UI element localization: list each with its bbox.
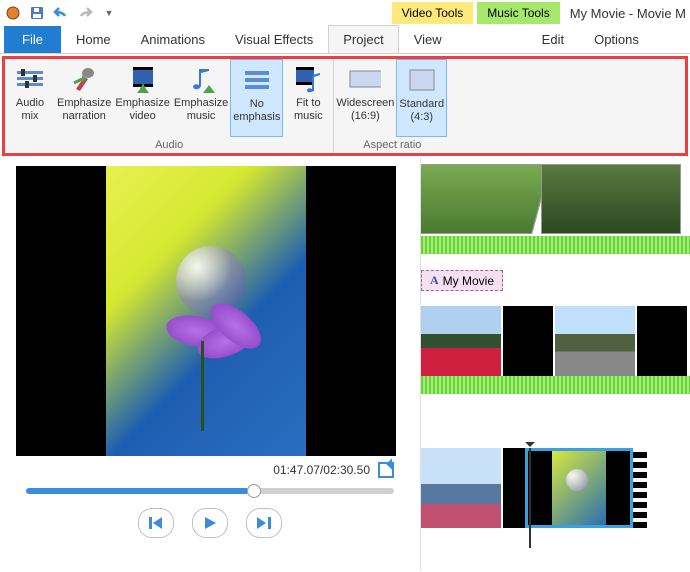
label: (4:3) — [410, 111, 433, 124]
video-clip[interactable] — [555, 306, 635, 376]
view-tab[interactable]: View — [399, 25, 457, 53]
label: music — [187, 110, 216, 123]
audio-group-label: Audio — [5, 137, 333, 153]
playhead[interactable] — [529, 448, 531, 548]
preview-pane: 01:47.07/02:30.50 — [0, 158, 420, 570]
label: Emphasize — [174, 97, 228, 110]
visual-effects-tab[interactable]: Visual Effects — [220, 25, 328, 53]
save-icon[interactable] — [28, 4, 46, 22]
title-bar: ▼ Video Tools Music Tools My Movie - Mov… — [0, 0, 690, 26]
prev-frame-button[interactable] — [138, 508, 174, 538]
title-clip[interactable]: A My Movie — [421, 270, 503, 291]
seek-bar[interactable] — [26, 488, 394, 494]
label: mix — [21, 110, 38, 123]
video-up-icon — [127, 63, 159, 95]
window-title: My Movie - Movie M — [570, 6, 686, 21]
equal-lines-icon — [241, 64, 273, 96]
emphasize-narration-button[interactable]: Emphasize narration — [55, 59, 113, 137]
label: Fit to — [296, 97, 320, 110]
label: Emphasize — [57, 97, 111, 110]
fullscreen-icon[interactable] — [378, 462, 394, 478]
qat-dropdown-icon[interactable]: ▼ — [100, 4, 118, 22]
emphasize-music-button[interactable]: Emphasize music — [172, 59, 230, 137]
timeline-track[interactable] — [421, 448, 690, 548]
label: Audio — [16, 97, 44, 110]
file-tab[interactable]: File — [4, 26, 61, 53]
preview-frame-image — [106, 166, 306, 456]
music-tools-context-tab[interactable]: Music Tools — [477, 2, 559, 24]
preview-monitor[interactable] — [16, 166, 396, 456]
filmstrip-icon — [633, 448, 647, 528]
music-note-up-icon — [185, 63, 217, 95]
label: music — [294, 110, 323, 123]
home-tab[interactable]: Home — [61, 25, 126, 53]
label: video — [129, 110, 155, 123]
seek-thumb[interactable] — [247, 484, 261, 498]
animations-tab[interactable]: Animations — [126, 25, 220, 53]
next-frame-button[interactable] — [246, 508, 282, 538]
standard-aspect-icon — [406, 64, 438, 96]
label: (16:9) — [351, 110, 380, 123]
options-tab[interactable]: Options — [579, 25, 654, 53]
video-clip[interactable] — [637, 306, 687, 376]
label: No — [250, 98, 264, 111]
video-clip[interactable] — [421, 306, 501, 376]
video-clip[interactable] — [541, 164, 681, 234]
redo-icon[interactable] — [76, 4, 94, 22]
video-tools-context-tab[interactable]: Video Tools — [392, 2, 474, 24]
audio-mix-button[interactable]: Audio mix — [5, 59, 55, 137]
app-icon — [4, 4, 22, 22]
play-button[interactable] — [192, 508, 228, 538]
timeline-pane[interactable]: A My Movie — [420, 158, 690, 570]
widescreen-button[interactable]: Widescreen (16:9) — [334, 59, 396, 137]
video-clip[interactable] — [503, 306, 553, 376]
selected-clip[interactable] — [525, 448, 633, 528]
audio-waveform — [421, 236, 690, 254]
label: Standard — [399, 98, 444, 111]
label: emphasis — [233, 111, 280, 124]
sliders-icon — [14, 63, 46, 95]
audio-waveform — [421, 376, 690, 394]
fit-to-music-button[interactable]: Fit to music — [283, 59, 333, 137]
project-tab[interactable]: Project — [328, 25, 398, 53]
contextual-tabs: Video Tools Music Tools — [392, 2, 560, 24]
project-ribbon: Audio mix Emphasize narration Emphasize … — [2, 56, 688, 156]
workspace: 01:47.07/02:30.50 A My Movie — [0, 158, 690, 570]
standard-aspect-button[interactable]: Standard (4:3) — [396, 59, 447, 137]
timeline-track[interactable] — [421, 164, 690, 254]
label: narration — [63, 110, 106, 123]
quick-access-toolbar: ▼ — [4, 4, 118, 22]
edit-tab[interactable]: Edit — [527, 25, 579, 53]
microphone-icon — [68, 63, 100, 95]
undo-icon[interactable] — [52, 4, 70, 22]
widescreen-icon — [349, 63, 381, 95]
ribbon-tabs: File Home Animations Visual Effects Proj… — [0, 26, 690, 54]
video-clip[interactable] — [421, 164, 551, 234]
video-clip[interactable] — [503, 448, 525, 528]
fit-music-icon — [292, 63, 324, 95]
time-display: 01:47.07/02:30.50 — [273, 463, 370, 477]
transport-controls — [16, 498, 404, 548]
label: Emphasize — [115, 97, 169, 110]
aspect-group-label: Aspect ratio — [334, 137, 450, 153]
timeline-track[interactable] — [421, 306, 690, 396]
emphasize-video-button[interactable]: Emphasize video — [113, 59, 171, 137]
title-icon: A — [430, 273, 439, 288]
title-text: My Movie — [443, 274, 494, 288]
video-clip[interactable] — [421, 448, 501, 528]
label: Widescreen — [336, 97, 394, 110]
no-emphasis-button[interactable]: No emphasis — [230, 59, 283, 137]
